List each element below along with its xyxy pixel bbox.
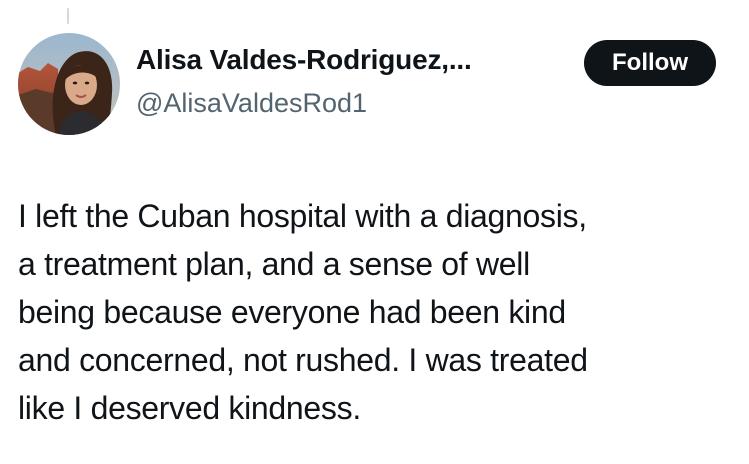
tweet-text-line: being because everyone had been kind [18,294,566,330]
tweet-text-line: a treatment plan, and a sense of well [18,246,530,282]
tweet-text-line: like I deserved kindness. [18,390,361,426]
tweet-text-line: I left the Cuban hospital with a diagnos… [18,198,587,234]
author-display-name[interactable]: Alisa Valdes-Rodriguez,... [136,44,472,76]
tweet-text-line: and concerned, not rushed. I was treated [18,342,588,378]
thread-connector-line [67,8,69,24]
profile-photo-icon [18,33,120,135]
author-handle[interactable]: @AlisaValdesRod1 [136,88,367,119]
follow-button[interactable]: Follow [584,40,716,86]
avatar[interactable] [18,33,120,135]
tweet-text: I left the Cuban hospital with a diagnos… [18,192,738,432]
